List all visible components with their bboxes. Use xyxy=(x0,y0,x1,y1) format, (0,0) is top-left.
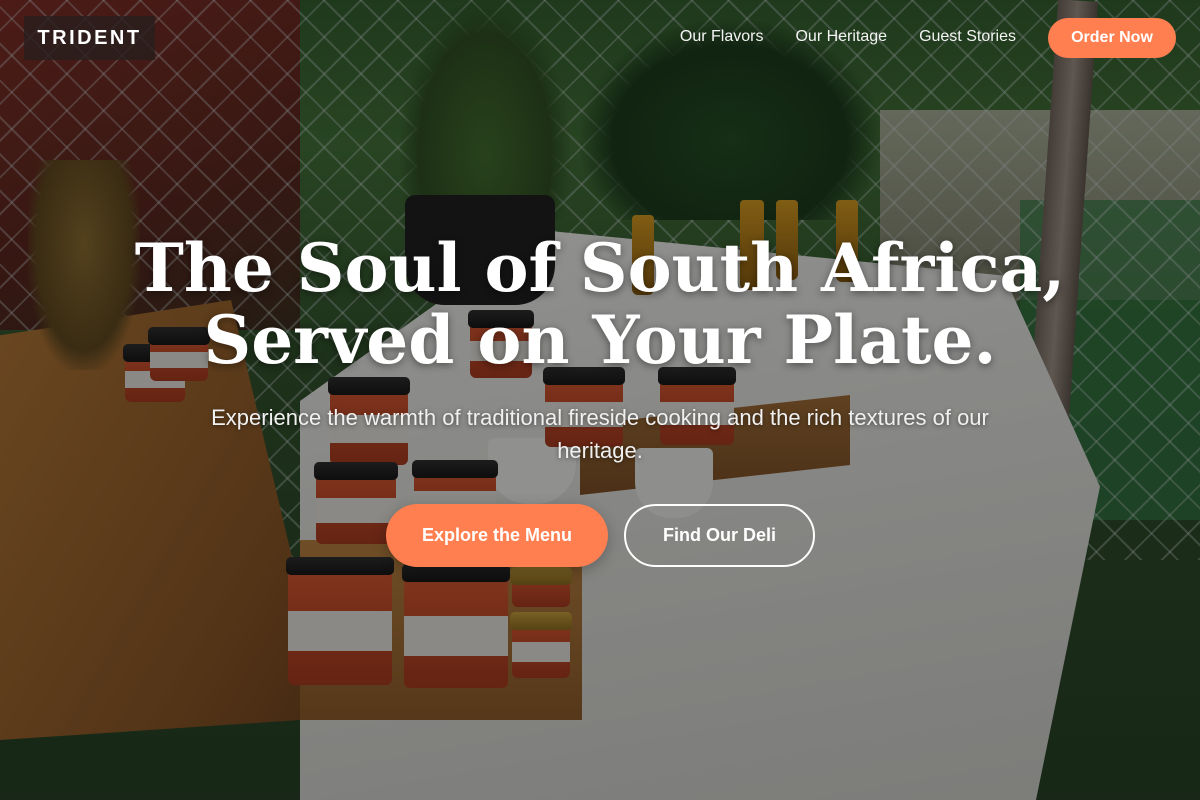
nav-link-our-heritage[interactable]: Our Heritage xyxy=(795,28,887,46)
brand-logo[interactable]: TRIDENT xyxy=(24,16,155,60)
hero-title-line-1: The Soul of South Africa, xyxy=(134,229,1066,307)
hero-title-line-2: Served on Your Plate. xyxy=(203,301,997,379)
explore-menu-button[interactable]: Explore the Menu xyxy=(386,504,608,567)
top-navigation: TRIDENT Our Flavors Our Heritage Guest S… xyxy=(0,0,1200,78)
hero-title: The Soul of South Africa, Served on Your… xyxy=(0,232,1200,376)
nav-links: Our Flavors Our Heritage Guest Stories xyxy=(680,28,1016,46)
dark-overlay xyxy=(0,0,1200,800)
hero-subtitle: Experience the warmth of traditional fir… xyxy=(211,405,989,463)
nav-link-our-flavors[interactable]: Our Flavors xyxy=(680,28,764,46)
nav-link-guest-stories[interactable]: Guest Stories xyxy=(919,28,1016,46)
order-now-button[interactable]: Order Now xyxy=(1048,18,1176,58)
find-deli-button[interactable]: Find Our Deli xyxy=(624,504,815,567)
